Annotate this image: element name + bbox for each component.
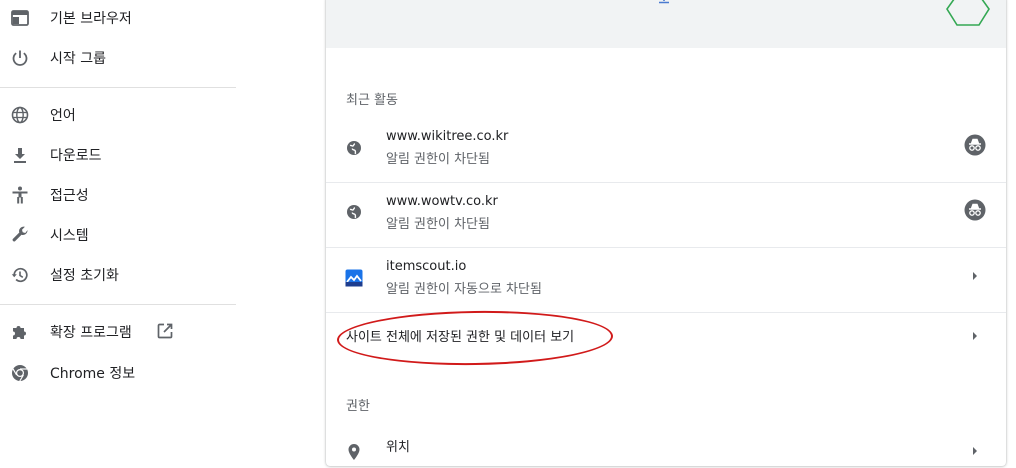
- site-url: www.wikitree.co.kr: [386, 129, 509, 144]
- incognito-icon: [964, 134, 986, 156]
- browser-window-icon: [10, 8, 30, 28]
- sidebar-item-downloads[interactable]: 다운로드: [0, 135, 236, 175]
- chrome-icon: [10, 363, 30, 383]
- location-pin-icon: [344, 442, 364, 462]
- download-icon: [10, 145, 30, 165]
- restore-icon: [10, 265, 30, 285]
- sidebar-item-reset[interactable]: 설정 초기화: [0, 255, 236, 295]
- globe-icon: [344, 138, 364, 158]
- hexagon-icon: [946, 0, 990, 26]
- sidebar-item-extensions[interactable]: 확장 프로그램: [0, 312, 236, 352]
- site-permission-status: 알림 권한이 차단됨: [386, 152, 490, 167]
- sidebar-item-default-browser[interactable]: 기본 브라우저: [0, 0, 236, 38]
- site-permission-status: 알림 권한이 차단됨: [386, 217, 490, 232]
- sidebar-divider: [0, 87, 236, 88]
- sidebar-item-label: Chrome 정보: [50, 366, 136, 382]
- recent-site-row[interactable]: www.wowtv.co.kr 알림 권한이 차단됨: [326, 182, 1006, 247]
- card-header-banner: [326, 0, 1006, 48]
- puzzle-icon: [10, 322, 30, 342]
- sidebar-item-label: 접근성: [50, 188, 89, 204]
- header-graphic-icon: [659, 0, 669, 4]
- arrow-right-icon: [964, 265, 986, 287]
- sidebar-item-label: 설정 초기화: [50, 268, 119, 284]
- accessibility-icon: [10, 185, 30, 205]
- recent-site-row[interactable]: www.wikitree.co.kr 알림 권한이 차단됨: [326, 118, 1006, 182]
- settings-sidebar: 기본 브라우저 시작 그룹 언어 다운로드 접근성 시스템 설정 초기화 확장 …: [0, 0, 236, 459]
- recent-site-row[interactable]: itemscout.io 알림 권한이 자동으로 차단됨: [326, 247, 1006, 312]
- site-favicon-icon: [344, 268, 364, 288]
- sidebar-divider: [0, 304, 236, 305]
- globe-icon: [344, 202, 364, 222]
- site-url: www.wowtv.co.kr: [386, 194, 498, 209]
- sidebar-item-label: 기본 브라우저: [50, 11, 132, 27]
- incognito-icon: [964, 199, 986, 221]
- recent-activity-heading: 최근 활동: [346, 93, 398, 108]
- sidebar-item-label: 시스템: [50, 228, 89, 244]
- arrow-right-icon: [964, 325, 986, 347]
- site-url: itemscout.io: [386, 259, 467, 274]
- sidebar-item-system[interactable]: 시스템: [0, 215, 236, 255]
- globe-icon: [10, 105, 30, 125]
- site-permission-status: 알림 권한이 자동으로 차단됨: [386, 282, 542, 297]
- row-divider: [326, 182, 1006, 183]
- sidebar-item-startup[interactable]: 시작 그룹: [0, 38, 236, 78]
- permission-label: 위치: [386, 440, 410, 455]
- wrench-icon: [10, 225, 30, 245]
- sidebar-item-label: 다운로드: [50, 148, 102, 164]
- sidebar-item-label: 시작 그룹: [50, 51, 106, 67]
- sidebar-item-languages[interactable]: 언어: [0, 95, 236, 135]
- external-link-icon[interactable]: [156, 322, 174, 340]
- permissions-heading: 권한: [346, 399, 370, 414]
- sidebar-item-label: 확장 프로그램: [50, 325, 132, 341]
- site-settings-card: 최근 활동 www.wikitree.co.kr 알림 권한이 차단됨 www.…: [326, 0, 1006, 466]
- sidebar-item-about-chrome[interactable]: Chrome 정보: [0, 353, 236, 393]
- row-divider: [326, 247, 1006, 248]
- sidebar-item-accessibility[interactable]: 접근성: [0, 175, 236, 215]
- sidebar-item-label: 언어: [50, 108, 76, 124]
- power-icon: [10, 48, 30, 68]
- permission-location-row[interactable]: 위치: [326, 428, 1006, 468]
